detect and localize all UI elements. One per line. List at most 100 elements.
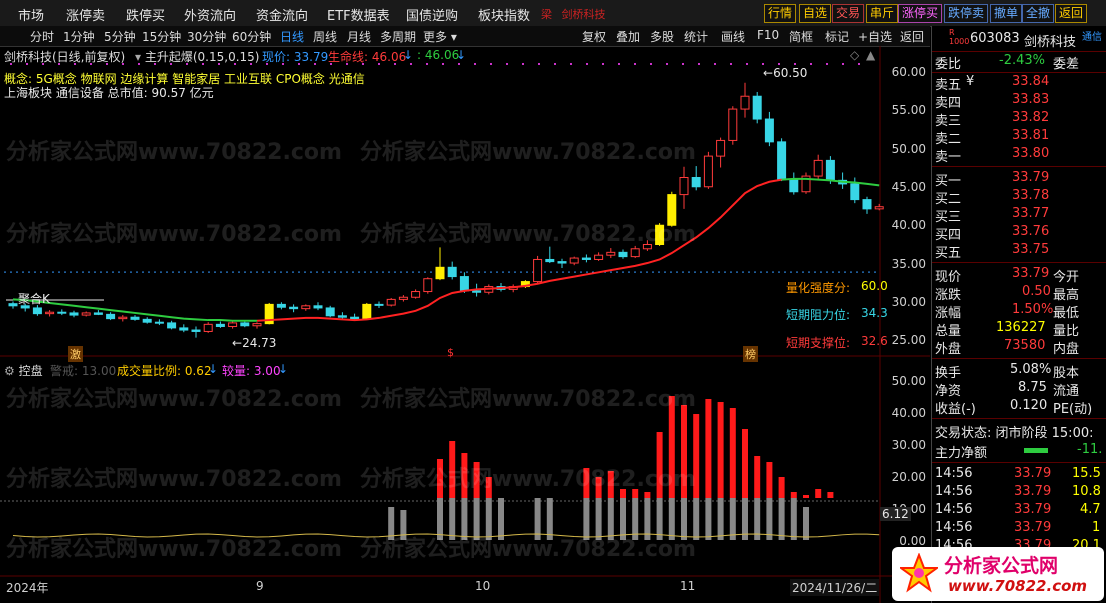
sub-red-bar	[754, 456, 761, 498]
sub-red-bar	[461, 453, 468, 498]
quote-value: 73580	[1004, 338, 1046, 353]
period-30min[interactable]: 30分钟	[187, 28, 226, 45]
chart-expand-icon[interactable]: ▲	[866, 48, 875, 62]
period-tick[interactable]: 分时	[30, 28, 54, 45]
menu-limit-down-buy[interactable]: 跌停买	[126, 5, 165, 24]
sub-vol: 较量: 3.00	[222, 364, 281, 378]
sell-row[interactable]: 卖四 33.83	[932, 92, 1106, 111]
period-15min[interactable]: 15分钟	[142, 28, 181, 45]
marker-ji[interactable]: 激	[68, 346, 83, 362]
btn-draw-line[interactable]: 画线	[721, 28, 745, 45]
sub-axis-marker: 6.12	[880, 507, 911, 521]
period-daily[interactable]: 日线	[280, 28, 304, 45]
btn-statistics[interactable]: 统计	[684, 28, 708, 45]
btn-simple-frame[interactable]: 简框	[789, 28, 813, 45]
settings-icon[interactable]: ⚙	[4, 364, 15, 378]
btn-return[interactable]: 返回	[1055, 4, 1088, 23]
level-dot	[154, 271, 156, 273]
btn-quote[interactable]: 行情	[764, 4, 797, 23]
period-1min[interactable]: 1分钟	[63, 28, 95, 45]
btn-limit-up-buy[interactable]: 涨停买	[898, 4, 943, 23]
divider	[932, 418, 1106, 419]
menu-foreign-flow[interactable]: 外资流向	[184, 5, 236, 24]
period-5min[interactable]: 5分钟	[104, 28, 136, 45]
sub-gray-bar	[766, 498, 773, 540]
sell-label: 卖二	[935, 132, 962, 147]
lifeline-label: 生命线: 46.06	[328, 50, 407, 64]
buy-price: 33.78	[1012, 188, 1050, 203]
level-dot	[772, 271, 774, 273]
level-dot	[232, 271, 234, 273]
btn-adjust[interactable]: 复权	[582, 28, 606, 45]
level-dot	[670, 271, 672, 273]
sell-row[interactable]: 卖二 33.81	[932, 128, 1106, 147]
btn-watchlist[interactable]: 自选	[799, 4, 832, 23]
btn-cancel-order[interactable]: 撤单	[990, 4, 1023, 23]
tick-volume: 15.5	[1072, 466, 1101, 481]
level-dot	[322, 271, 324, 273]
level-dot	[748, 271, 750, 273]
strength-value: 60.0	[861, 279, 888, 293]
candle-body	[350, 316, 360, 320]
buy-row[interactable]: 买二 33.78	[932, 188, 1106, 207]
btn-f10[interactable]: F10	[757, 28, 779, 42]
level-dot	[562, 271, 564, 273]
btn-add-watchlist[interactable]: +自选	[858, 28, 892, 45]
quote-value: 33.79	[1012, 266, 1050, 281]
btn-multi-stock[interactable]: 多股	[650, 28, 674, 45]
candle-body	[154, 321, 164, 324]
btn-cancel-all[interactable]: 全撤	[1022, 4, 1055, 23]
btn-limit-down-sell[interactable]: 跌停卖	[944, 4, 989, 23]
level-dot	[190, 271, 192, 273]
chart-canvas[interactable]	[0, 46, 930, 603]
btn-overlay[interactable]: 叠加	[616, 28, 640, 45]
sub-gray-bar	[656, 498, 663, 540]
sub-red-bar	[790, 492, 797, 498]
sub-gray-bar	[790, 498, 797, 540]
btn-serial[interactable]: 串斤	[866, 4, 899, 23]
marker-dollar[interactable]: $	[447, 346, 454, 359]
sell-row[interactable]: 卖五 ¥ 33.84	[932, 74, 1106, 93]
btn-back[interactable]: 返回	[900, 28, 924, 45]
level-dot	[94, 271, 96, 273]
menu-market[interactable]: 市场	[18, 5, 44, 24]
chart-settings-icon[interactable]: ◇	[850, 48, 859, 62]
level-dot	[784, 271, 786, 273]
period-60min[interactable]: 60分钟	[232, 28, 271, 45]
period-more[interactable]: 更多 ▾	[423, 28, 457, 45]
level-dot	[802, 271, 804, 273]
menu-fund-flow[interactable]: 资金流向	[256, 5, 308, 24]
level-dot	[490, 271, 492, 273]
industry-tab[interactable]: 通信	[1082, 28, 1102, 43]
sell-row[interactable]: 卖三 33.82	[932, 110, 1106, 129]
price-tick: 35.00	[891, 257, 926, 271]
buy-row[interactable]: 买五 33.75	[932, 242, 1106, 261]
menu-limit-up-sell[interactable]: 涨停卖	[66, 5, 105, 24]
tick-volume: 1	[1092, 520, 1101, 535]
candle-body	[667, 194, 677, 226]
stat-label: 换手	[935, 366, 962, 381]
menu-sector-index[interactable]: 板块指数	[478, 5, 530, 24]
quote-right-label: 内盘	[1053, 342, 1080, 357]
tick-volume: 10.8	[1072, 484, 1101, 499]
period-monthly[interactable]: 月线	[347, 28, 371, 45]
buy-row[interactable]: 买三 33.77	[932, 206, 1106, 225]
kline-chart-area[interactable]: 剑桥科技(日线,前复权) ▾ 主升起爆(0.15,0.15) 现价: 33.79…	[0, 46, 930, 603]
level-dot	[370, 271, 372, 273]
menu-bond-repo[interactable]: 国债逆购	[406, 5, 458, 24]
stat-value: 0.120	[1010, 398, 1048, 413]
btn-trade[interactable]: 交易	[832, 4, 865, 23]
sub-red-bar	[717, 402, 724, 498]
candle-body	[594, 254, 604, 260]
level-dot	[466, 271, 468, 273]
period-weekly[interactable]: 周线	[313, 28, 337, 45]
btn-marker[interactable]: 标记	[825, 28, 849, 45]
buy-row[interactable]: 买一 33.79	[932, 170, 1106, 189]
buy-row[interactable]: 买四 33.76	[932, 224, 1106, 243]
marker-bang[interactable]: 榜	[743, 346, 758, 362]
level-dot	[520, 271, 522, 273]
period-multi[interactable]: 多周期	[380, 28, 416, 45]
sell-row[interactable]: 卖一 33.80	[932, 146, 1106, 165]
menu-etf-table[interactable]: ETF数据表	[327, 5, 390, 24]
sub-warn: 警戒: 13.00	[50, 364, 117, 378]
